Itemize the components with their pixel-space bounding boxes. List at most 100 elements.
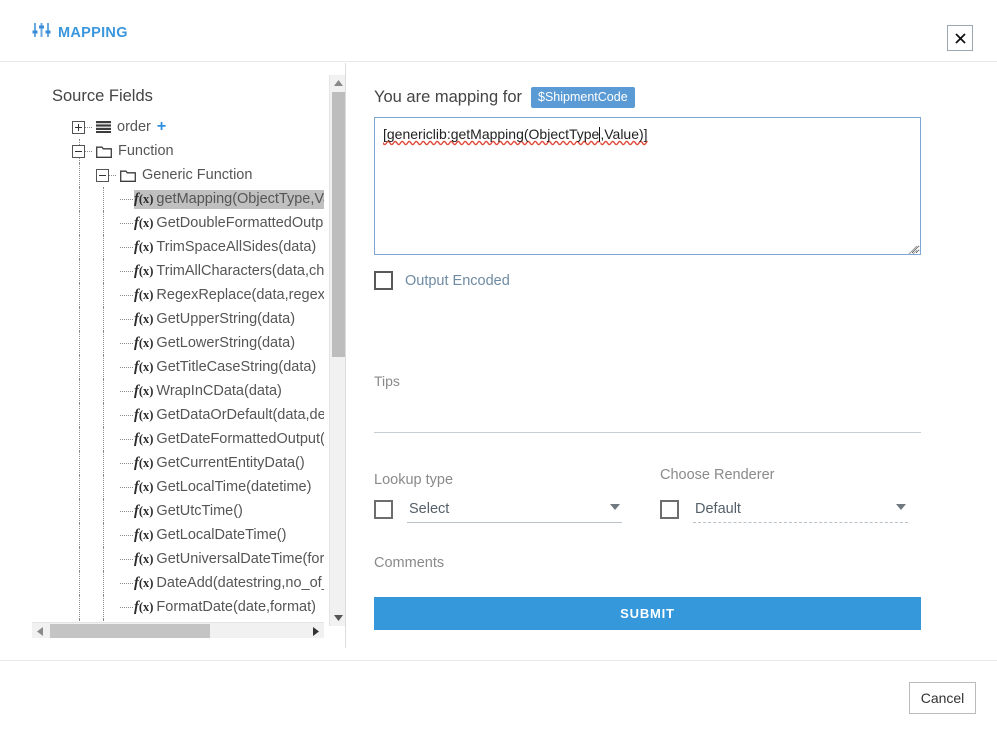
lookup-type-select[interactable]: Select [407,495,622,523]
tree-guide-line [79,163,80,187]
chevron-down-icon [896,504,906,510]
renderer-checkbox[interactable] [660,500,679,519]
collapse-toggle-icon[interactable] [96,169,109,182]
tree-guide-line [103,211,104,235]
tree-connector [109,175,116,176]
tree-guide-line [103,235,104,259]
resize-grip-icon[interactable] [906,241,918,253]
tree-guide-line [79,187,80,211]
tree-connector [120,559,133,560]
lookup-type-checkbox[interactable] [374,500,393,519]
scroll-up-icon[interactable] [330,75,346,91]
fx-icon: f(x) [134,311,153,328]
tree-connector [120,391,133,392]
output-encoded-checkbox[interactable] [374,271,393,290]
tree-horizontal-scrollbar[interactable] [32,622,324,638]
tree-guide-line [103,403,104,427]
tree-guide-line [103,595,104,619]
tree-node-function-item[interactable]: f(x)GetCurrentEntityData() [20,451,324,475]
close-button[interactable] [947,25,973,51]
tree-guide-line [103,355,104,379]
tree-node-function-item[interactable]: f(x)GetDateFormattedOutput(date,format) [20,427,324,451]
dialog-title-group: MAPPING [32,22,128,43]
tree-node-function-item[interactable]: f(x)getMapping(ObjectType,Value) [20,187,324,211]
lookup-type-label: Lookup type [374,472,453,488]
submit-button[interactable]: SUBMIT [374,597,921,630]
renderer-select[interactable]: Default [693,495,908,523]
tree-node-function-item[interactable]: f(x)WrapInCData(data) [20,379,324,403]
scroll-right-icon[interactable] [308,623,324,639]
tree-node-order[interactable]: order + [20,115,324,139]
scrollbar-thumb[interactable] [332,92,345,357]
cancel-button[interactable]: Cancel [909,682,976,714]
tree-vertical-scrollbar[interactable] [329,75,345,626]
tree-node-function-item[interactable]: f(x)GetUniversalDateTime(format) [20,547,324,571]
tree-node-generic-function[interactable]: Generic Function [20,163,324,187]
tree-node-label: Function [118,143,174,159]
fx-icon: f(x) [134,599,153,616]
source-fields-tree[interactable]: order + Function [20,115,324,626]
tree-connector [120,535,133,536]
tree-node-function-item[interactable]: f(x)GetDoubleFormattedOutput(data,format… [20,211,324,235]
tree-guide-line [79,451,80,475]
scrollbar-thumb[interactable] [50,624,210,638]
expand-toggle-icon[interactable] [72,121,85,134]
tree-node-function-item[interactable]: f(x)GetUpperString(data) [20,307,324,331]
fx-icon: f(x) [134,575,153,592]
output-encoded-row[interactable]: Output Encoded [374,271,510,290]
tree-node-function-item[interactable]: f(x)RegexReplace(data,regex,replace) [20,283,324,307]
add-field-icon[interactable]: + [157,119,166,135]
tree-connector [120,199,133,200]
scroll-down-icon[interactable] [330,610,346,626]
tree-node-function-item[interactable]: f(x)GetTitleCaseString(data) [20,355,324,379]
tree-guide-line [103,475,104,499]
mapping-form: You are mapping for $ShipmentCode [gener… [374,63,974,648]
choose-renderer-row[interactable]: Default [660,495,908,523]
tree-node-function[interactable]: Function [20,139,324,163]
function-label: WrapInCData(data) [156,383,281,399]
tree-node-label: Generic Function [142,167,252,183]
tree-guide-line [103,283,104,307]
function-item: f(x)WrapInCData(data) [134,382,284,401]
tree-guide-line [103,523,104,547]
scroll-left-icon[interactable] [32,623,48,639]
fx-icon: f(x) [134,263,153,280]
tree-node-function-item[interactable]: f(x)GetLocalTime(datetime) [20,475,324,499]
expression-textarea[interactable]: [genericlib:getMapping(ObjectType,Value)… [374,117,921,255]
target-field-badge: $ShipmentCode [531,87,635,108]
lookup-type-value: Select [407,501,449,517]
tips-input[interactable] [374,393,921,433]
tree-guide-line [103,187,104,211]
tree-node-function-item[interactable]: f(x)GetLocalDateTime() [20,523,324,547]
function-list[interactable]: f(x)getMapping(ObjectType,Value)f(x)GetD… [20,187,324,626]
tree-node-function-item[interactable]: f(x)FormatDate(date,format) [20,595,324,619]
tree-guide-line [103,451,104,475]
tree-guide-line [79,523,80,547]
tree-guide-line [79,307,80,331]
tree-guide-line [103,499,104,523]
tree-node-function-item[interactable]: f(x)GetLowerString(data) [20,331,324,355]
fx-icon: f(x) [134,287,153,304]
fx-icon: f(x) [134,335,153,352]
tree-connector [120,511,133,512]
lookup-type-row[interactable]: Select [374,495,622,523]
source-fields-title: Source Fields [52,87,153,106]
collapse-toggle-icon[interactable] [72,145,85,158]
tree-node-label: order [117,119,151,135]
tree-node-function-item[interactable]: f(x)GetUtcTime() [20,499,324,523]
tree-node-function-item[interactable]: f(x)DateAdd(datestring,no_of_days) [20,571,324,595]
tree-guide-line [103,571,104,595]
tree-node-function-item[interactable]: f(x)GetDataOrDefault(data,default) [20,403,324,427]
function-item: f(x)GetUniversalDateTime(format) [134,550,324,569]
mapping-dialog: MAPPING Source Fields [0,0,997,745]
tree-guide-line [103,307,104,331]
tree-guide-line [103,427,104,451]
tree-connector [85,127,92,128]
tree-connector [120,223,133,224]
source-fields-panel: Source Fields order + [20,63,346,648]
tree-node-function-item[interactable]: f(x)TrimSpaceAllSides(data) [20,235,324,259]
function-item: f(x)GetUtcTime() [134,502,245,521]
tree-node-function-item[interactable]: f(x)TrimAllCharacters(data,characters) [20,259,324,283]
function-label: GetCurrentEntityData() [156,455,304,471]
tree-guide-line [79,331,80,355]
